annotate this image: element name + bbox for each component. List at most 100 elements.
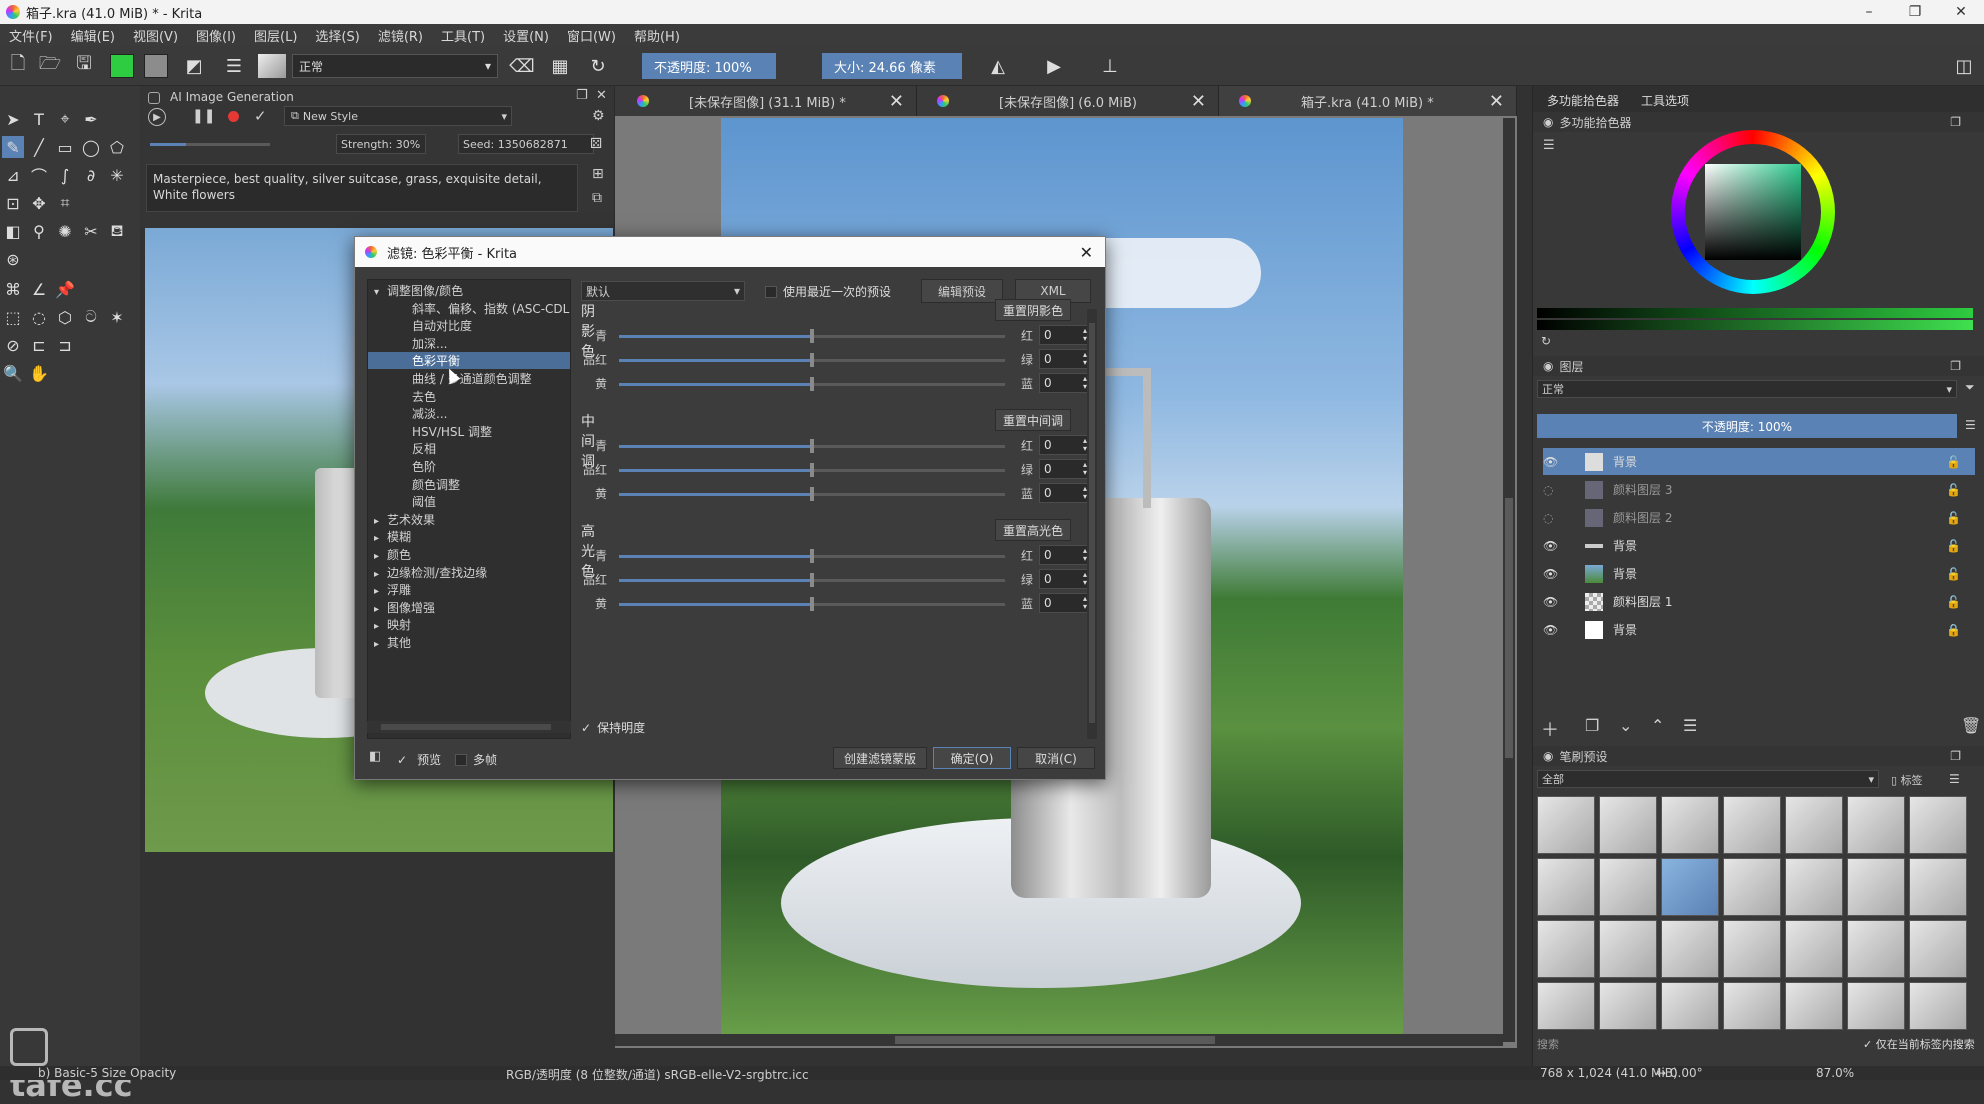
vertical-scrollbar[interactable] [1503,118,1515,1042]
blend-mode-select[interactable]: 正常 ▾ [292,54,498,78]
menu-help[interactable]: 帮助(H) [625,26,689,45]
brush-preset[interactable] [1909,796,1967,854]
layer-row[interactable]: 👁 背景 🔓 [1543,532,1975,559]
style-select[interactable]: ⧉ New Style ▾ [284,106,512,126]
preset-select[interactable]: 默认 ▾ [581,281,745,301]
fill-tool-icon[interactable]: ⛾ [106,220,128,242]
brush-preset[interactable] [1661,796,1719,854]
swap-colors-icon[interactable]: ◩ [182,54,206,78]
record-icon[interactable] [228,111,239,122]
layer-row[interactable]: 👁 颜料图层 1 🔓 [1543,588,1975,615]
brush-preset[interactable] [1723,796,1781,854]
magnetic-select-icon[interactable]: ⊐ [54,334,76,356]
filter-tree-item[interactable]: ▸ 边缘检测/查找边缘 [368,564,570,581]
dynamic-brush-icon[interactable]: ∂ [80,164,102,186]
chevron-right-icon[interactable]: ▸ [374,621,379,632]
workspace-icon[interactable]: ◫ [1952,54,1976,78]
slider-handle[interactable] [810,329,814,343]
scroll-thumb[interactable] [895,1036,1215,1044]
restore-icon[interactable]: ❐ [1892,0,1938,24]
polyline-tool-icon[interactable]: ⊿ [2,164,24,186]
bezier-tool-icon[interactable]: ⌒ [28,164,50,186]
lock-icon[interactable]: 🔓 [1946,511,1961,525]
balance-value-spinbox[interactable]: 0 ▴ ▾ [1039,459,1091,479]
assistant-tool-icon[interactable]: ⊛ [2,248,24,270]
save-icon[interactable]: 🖫 [72,53,96,78]
brush-preset[interactable] [1723,920,1781,978]
size-slider[interactable]: 大小: 24.66 像素 [822,53,962,79]
menu-select[interactable]: 选择(S) [306,26,368,45]
close-dialog-icon[interactable]: ✕ [1080,243,1093,262]
brush-preset[interactable] [1909,920,1967,978]
eye-hidden-icon[interactable]: ◌ [1543,483,1561,497]
filter-tree-item[interactable]: 阈值 [368,493,570,510]
scroll-thumb[interactable] [1505,498,1513,758]
preserve-luminosity-checkbox[interactable]: ✓ 保持明度 [581,719,645,736]
tree-hscrollbar[interactable] [367,721,571,733]
crop-tool-icon[interactable]: ⌗ [54,192,76,214]
brush-preset[interactable] [1537,982,1595,1030]
brush-preset[interactable] [1785,982,1843,1030]
strength-slider-track[interactable] [150,143,270,146]
filter-tree-item[interactable]: 曲线 / 多通道颜色调整 [368,370,570,387]
chevron-right-icon[interactable]: ▸ [374,604,379,615]
brush-preset-selected[interactable] [1661,858,1719,916]
ellipse-tool-icon[interactable]: ◯ [80,136,102,158]
freehand-brush-icon[interactable]: ✎ [2,136,24,158]
filter-tree-item[interactable]: ▸ 图像增强 [368,599,570,616]
eye-icon[interactable]: 👁 [1543,539,1561,553]
balance-value-spinbox[interactable]: 0 ▴ ▾ [1039,325,1091,345]
ok-button[interactable]: 确定(O) [933,747,1011,769]
mirror-vertical-icon[interactable]: ▶ [1042,54,1066,78]
brush-preset[interactable] [1847,982,1905,1030]
filter-tree-item[interactable]: 去色 [368,388,570,405]
menu-settings[interactable]: 设置(N) [494,26,558,45]
scroll-thumb[interactable] [1089,323,1095,723]
text-tool-icon[interactable]: T [28,108,50,130]
filter-tree-item[interactable]: 色彩平衡 [368,352,570,370]
chevron-right-icon[interactable]: ▸ [374,569,379,580]
eye-icon[interactable]: 👁 [1543,455,1561,469]
prompt-textarea[interactable]: Masterpiece, best quality, silver suitca… [146,164,578,212]
brush-tag-select[interactable]: 全部 ▾ [1537,770,1879,788]
duplicate-layer-icon[interactable]: ❐ [1585,716,1599,735]
similar-select-icon[interactable]: ⊘ [2,334,24,356]
use-last-preset-checkbox[interactable]: 使用最近一次的预设 [765,283,891,300]
create-filter-mask-button[interactable]: 创建滤镜蒙版 [833,747,927,769]
calligraphy-icon[interactable]: ✒ [80,108,102,130]
color-picker-icon[interactable]: ⚲ [28,220,50,242]
layer-blend-select[interactable]: 正常 ▾ [1537,380,1957,398]
color-settings-icon[interactable]: ☰ [1543,138,1555,153]
balance-value-spinbox[interactable]: 0 ▴ ▾ [1039,349,1091,369]
eye-icon[interactable]: 👁 [1543,567,1561,581]
lock-icon[interactable]: 🔓 [1946,567,1961,581]
lock-icon[interactable]: 🔓 [1946,483,1961,497]
close-tab-icon[interactable]: ✕ [1191,91,1206,112]
document-tab-1[interactable]: [未保存图像] (31.1 MiB) * ✕ [615,86,917,116]
slider-handle[interactable] [810,597,814,611]
color-wheel[interactable] [1671,130,1835,294]
brush-settings-icon[interactable]: ☰ [222,54,246,78]
minimize-icon[interactable]: – [1846,0,1892,24]
brush-preset[interactable] [1723,858,1781,916]
search-in-tag-checkbox[interactable]: ✓ 仅在当前标签内搜索 [1863,1036,1975,1052]
balance-value-spinbox[interactable]: 0 ▴ ▾ [1039,569,1091,589]
filter-tree-item[interactable]: ▸ 映射 [368,616,570,633]
layers-icon[interactable]: ⧉ [592,190,602,206]
balance-value-spinbox[interactable]: 0 ▴ ▾ [1039,593,1091,613]
foreground-color-swatch[interactable] [110,54,134,78]
chevron-right-icon[interactable]: ▸ [374,533,379,544]
close-tab-icon[interactable]: ✕ [1489,91,1504,112]
select-shape-icon[interactable]: ➤ [2,108,24,130]
filter-tree-item[interactable]: 加深... [368,335,570,352]
chevron-right-icon[interactable]: ▸ [374,516,379,527]
brush-preset-thumbnail[interactable] [258,54,286,78]
add-region-icon[interactable]: ⊞ [592,166,604,182]
close-window-icon[interactable]: ✕ [1938,0,1984,24]
refresh-icon[interactable]: ↻ [1541,334,1551,348]
balance-slider[interactable] [619,549,1005,563]
freehand-select-icon[interactable]: ට [80,306,102,328]
options-scrollbar[interactable] [1087,309,1097,739]
brush-preset[interactable] [1909,858,1967,916]
balance-slider[interactable] [619,329,1005,343]
